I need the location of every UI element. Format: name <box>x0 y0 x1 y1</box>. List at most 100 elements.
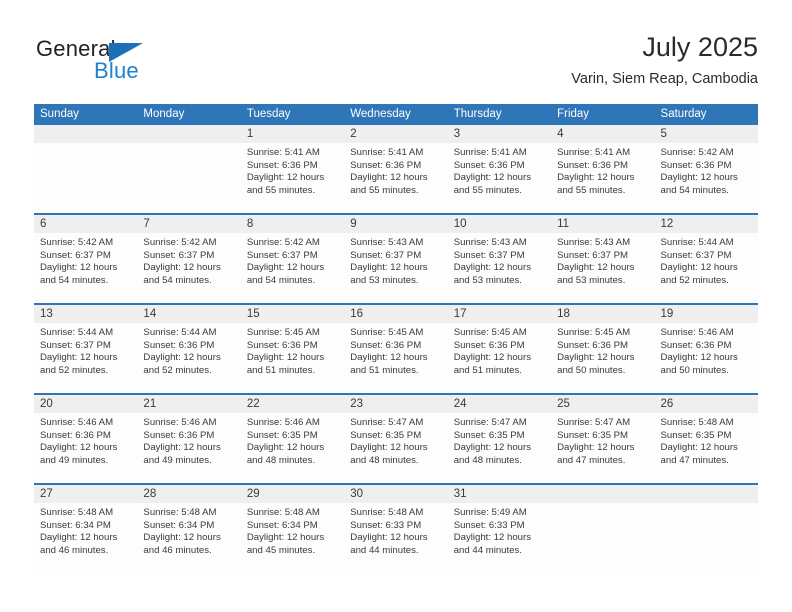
day-cell[interactable]: 27 Sunrise: 5:48 AM Sunset: 6:34 PM Dayl… <box>34 485 138 575</box>
day-number: 2 <box>344 125 448 143</box>
day-cell[interactable]: 1 Sunrise: 5:41 AM Sunset: 6:36 PM Dayli… <box>240 125 345 213</box>
day-cell[interactable]: 9 Sunrise: 5:43 AM Sunset: 6:37 PM Dayli… <box>344 215 448 303</box>
daylight-text-line1: Daylight: 12 hours <box>350 442 428 454</box>
daylight-text-line1: Daylight: 12 hours <box>143 262 221 274</box>
day-cell[interactable]: 11 Sunrise: 5:43 AM Sunset: 6:37 PM Dayl… <box>551 215 655 303</box>
day-info: Sunrise: 5:43 AM Sunset: 6:37 PM Dayligh… <box>448 233 551 287</box>
day-cell[interactable]: 22 Sunrise: 5:46 AM Sunset: 6:35 PM Dayl… <box>240 395 345 483</box>
day-cell[interactable]: 25 Sunrise: 5:47 AM Sunset: 6:35 PM Dayl… <box>551 395 655 483</box>
day-cell[interactable]: 8 Sunrise: 5:42 AM Sunset: 6:37 PM Dayli… <box>240 215 345 303</box>
daylight-text-line2: and 55 minutes. <box>350 184 419 196</box>
day-info <box>551 503 654 507</box>
sunset-text: Sunset: 6:36 PM <box>40 429 111 441</box>
daylight-text-line1: Daylight: 12 hours <box>453 352 532 364</box>
day-number: 27 <box>34 485 138 503</box>
sunrise-text: Sunrise: 5:48 AM <box>660 417 734 428</box>
daylight-text-line2: and 52 minutes. <box>143 364 212 376</box>
day-cell[interactable]: 15 Sunrise: 5:45 AM Sunset: 6:36 PM Dayl… <box>240 305 345 393</box>
day-cell[interactable] <box>34 125 138 213</box>
day-cell[interactable]: 26 Sunrise: 5:48 AM Sunset: 6:35 PM Dayl… <box>654 395 758 483</box>
day-info: Sunrise: 5:43 AM Sunset: 6:37 PM Dayligh… <box>344 233 447 287</box>
day-cell[interactable]: 5 Sunrise: 5:42 AM Sunset: 6:36 PM Dayli… <box>654 125 758 213</box>
sunrise-text: Sunrise: 5:42 AM <box>40 237 114 248</box>
day-number: 11 <box>551 215 655 233</box>
daylight-text-line1: Daylight: 12 hours <box>350 352 428 364</box>
day-cell[interactable]: 21 Sunrise: 5:46 AM Sunset: 6:36 PM Dayl… <box>137 395 241 483</box>
daylight-text-line1: Daylight: 12 hours <box>557 352 635 364</box>
day-cell[interactable]: 18 Sunrise: 5:45 AM Sunset: 6:36 PM Dayl… <box>551 305 655 393</box>
daylight-text-line2: and 48 minutes. <box>453 454 522 466</box>
day-cell[interactable]: 12 Sunrise: 5:44 AM Sunset: 6:37 PM Dayl… <box>654 215 758 303</box>
weekday-header-sunday: Sunday <box>40 108 80 120</box>
daylight-text-line1: Daylight: 12 hours <box>350 532 428 544</box>
calendar-grid: Sunday Monday Tuesday Wednesday Thursday… <box>34 104 758 575</box>
day-number: 22 <box>240 395 345 413</box>
calendar-page: General Blue July 2025 Varin, Siem Reap,… <box>0 0 792 612</box>
day-cell[interactable]: 13 Sunrise: 5:44 AM Sunset: 6:37 PM Dayl… <box>34 305 138 393</box>
day-info: Sunrise: 5:48 AM Sunset: 6:33 PM Dayligh… <box>344 503 447 557</box>
day-cell[interactable]: 3 Sunrise: 5:41 AM Sunset: 6:36 PM Dayli… <box>447 125 552 213</box>
day-number: 29 <box>240 485 345 503</box>
sunrise-text: Sunrise: 5:47 AM <box>453 417 527 428</box>
sunrise-text: Sunrise: 5:42 AM <box>246 237 320 248</box>
sunrise-text: Sunrise: 5:46 AM <box>40 417 114 428</box>
weekday-header-saturday: Saturday <box>660 108 707 120</box>
daylight-text-line1: Daylight: 12 hours <box>246 352 325 364</box>
day-cell[interactable]: 17 Sunrise: 5:45 AM Sunset: 6:36 PM Dayl… <box>447 305 552 393</box>
day-cell[interactable] <box>137 125 241 213</box>
sunset-text: Sunset: 6:37 PM <box>350 249 422 261</box>
daylight-text-line2: and 53 minutes. <box>557 274 626 286</box>
sunrise-text: Sunrise: 5:47 AM <box>557 417 631 428</box>
day-cell[interactable]: 24 Sunrise: 5:47 AM Sunset: 6:35 PM Dayl… <box>447 395 552 483</box>
sunset-text: Sunset: 6:36 PM <box>350 339 422 351</box>
day-info: Sunrise: 5:45 AM Sunset: 6:36 PM Dayligh… <box>448 323 551 377</box>
sunrise-text: Sunrise: 5:46 AM <box>660 327 734 338</box>
sunrise-text: Sunrise: 5:48 AM <box>246 507 320 518</box>
day-cell[interactable]: 14 Sunrise: 5:44 AM Sunset: 6:36 PM Dayl… <box>137 305 241 393</box>
day-cell[interactable]: 6 Sunrise: 5:42 AM Sunset: 6:37 PM Dayli… <box>34 215 138 303</box>
day-info: Sunrise: 5:45 AM Sunset: 6:36 PM Dayligh… <box>344 323 447 377</box>
day-cell[interactable]: 19 Sunrise: 5:46 AM Sunset: 6:36 PM Dayl… <box>654 305 758 393</box>
day-cell[interactable]: 28 Sunrise: 5:48 AM Sunset: 6:34 PM Dayl… <box>137 485 241 575</box>
weekday-header-row: Sunday Monday Tuesday Wednesday Thursday… <box>34 104 758 125</box>
daylight-text-line2: and 48 minutes. <box>246 454 316 466</box>
day-cell[interactable] <box>551 485 655 575</box>
day-cell[interactable]: 16 Sunrise: 5:45 AM Sunset: 6:36 PM Dayl… <box>344 305 448 393</box>
day-cell[interactable]: 30 Sunrise: 5:48 AM Sunset: 6:33 PM Dayl… <box>344 485 448 575</box>
day-cell[interactable]: 31 Sunrise: 5:49 AM Sunset: 6:33 PM Dayl… <box>447 485 552 575</box>
daylight-text-line2: and 55 minutes. <box>246 184 316 196</box>
day-cell[interactable]: 2 Sunrise: 5:41 AM Sunset: 6:36 PM Dayli… <box>344 125 448 213</box>
sunset-text: Sunset: 6:36 PM <box>453 339 525 351</box>
sunrise-text: Sunrise: 5:47 AM <box>350 417 424 428</box>
daylight-text-line2: and 49 minutes. <box>40 454 109 466</box>
day-cell[interactable] <box>654 485 758 575</box>
day-number: 5 <box>654 125 758 143</box>
daylight-text-line1: Daylight: 12 hours <box>40 262 118 274</box>
day-cell[interactable]: 20 Sunrise: 5:46 AM Sunset: 6:36 PM Dayl… <box>34 395 138 483</box>
daylight-text-line1: Daylight: 12 hours <box>246 262 325 274</box>
day-cell[interactable]: 23 Sunrise: 5:47 AM Sunset: 6:35 PM Dayl… <box>344 395 448 483</box>
daylight-text-line2: and 53 minutes. <box>453 274 522 286</box>
day-info: Sunrise: 5:41 AM Sunset: 6:36 PM Dayligh… <box>241 143 344 197</box>
general-blue-logo[interactable]: General Blue <box>34 36 164 84</box>
sunrise-text: Sunrise: 5:45 AM <box>350 327 424 338</box>
daylight-text-line2: and 54 minutes. <box>143 274 212 286</box>
day-info: Sunrise: 5:44 AM Sunset: 6:36 PM Dayligh… <box>137 323 240 377</box>
day-info: Sunrise: 5:41 AM Sunset: 6:36 PM Dayligh… <box>344 143 447 197</box>
day-cell[interactable]: 29 Sunrise: 5:48 AM Sunset: 6:34 PM Dayl… <box>240 485 345 575</box>
day-info: Sunrise: 5:44 AM Sunset: 6:37 PM Dayligh… <box>34 323 137 377</box>
sunrise-text: Sunrise: 5:44 AM <box>40 327 114 338</box>
day-number: 8 <box>240 215 345 233</box>
day-info <box>655 503 758 507</box>
daylight-text-line1: Daylight: 12 hours <box>660 262 738 274</box>
day-cell[interactable]: 7 Sunrise: 5:42 AM Sunset: 6:37 PM Dayli… <box>137 215 241 303</box>
daylight-text-line1: Daylight: 12 hours <box>246 172 325 184</box>
daylight-text-line2: and 55 minutes. <box>557 184 626 196</box>
day-cell[interactable]: 10 Sunrise: 5:43 AM Sunset: 6:37 PM Dayl… <box>447 215 552 303</box>
day-info: Sunrise: 5:48 AM Sunset: 6:34 PM Dayligh… <box>241 503 344 557</box>
sunrise-text: Sunrise: 5:43 AM <box>453 237 527 248</box>
sunrise-text: Sunrise: 5:46 AM <box>246 417 320 428</box>
day-info: Sunrise: 5:42 AM Sunset: 6:37 PM Dayligh… <box>34 233 137 287</box>
day-cell[interactable]: 4 Sunrise: 5:41 AM Sunset: 6:36 PM Dayli… <box>551 125 655 213</box>
day-number: 19 <box>654 305 758 323</box>
